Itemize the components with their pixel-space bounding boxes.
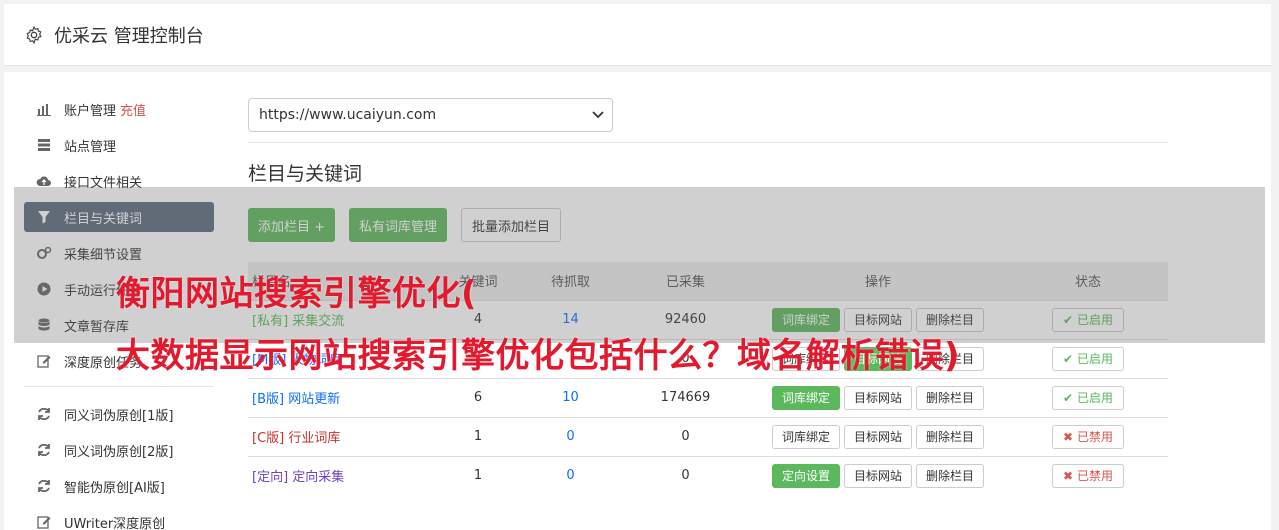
- gear-icon: [26, 25, 42, 44]
- edit-icon: [36, 353, 52, 369]
- bar-chart-icon: [36, 101, 52, 117]
- section-title: 栏目与关键词: [248, 163, 363, 185]
- pending-cell[interactable]: 10: [518, 377, 623, 417]
- status-label: 已启用: [1077, 391, 1114, 405]
- bind-lib-button[interactable]: 词库绑定: [771, 424, 840, 449]
- overlay-title-line-1: 衡阳网站搜索引擎优化(: [116, 274, 478, 314]
- check-icon: ✔: [1062, 351, 1074, 366]
- status-toggle[interactable]: ✖ 已禁用: [1051, 424, 1125, 449]
- status-label: 已禁用: [1077, 469, 1114, 484]
- app-title: 优采云 管理控制台: [54, 25, 204, 47]
- sidebar-item-label: 账户管理: [64, 103, 117, 119]
- status-label: 已启用: [1077, 352, 1114, 366]
- column-name-cell[interactable]: [C版] 行业词库: [248, 416, 438, 456]
- direct-settings-button[interactable]: 定向设置: [771, 463, 840, 488]
- sidebar-item-ai[interactable]: 智能伪原创[AI版]: [24, 471, 214, 501]
- column-name-cell[interactable]: [B版] 网站更新: [248, 377, 438, 417]
- close-icon: ✖: [1062, 468, 1074, 483]
- column-tag: [C版]: [252, 431, 285, 446]
- top-header: 优采云 管理控制台: [4, 4, 1271, 66]
- status-toggle[interactable]: ✖ 已禁用: [1051, 463, 1125, 488]
- status-toggle[interactable]: ✔ 已启用: [1051, 385, 1125, 410]
- refresh-icon: [36, 406, 52, 422]
- delete-column-button[interactable]: 删除栏目: [916, 385, 985, 410]
- collected-cell: 0: [623, 455, 748, 495]
- chevron-down-icon: [592, 111, 604, 119]
- site-select-value: https://www.ucaiyun.com: [259, 107, 437, 123]
- column-tag: [定向]: [252, 470, 289, 486]
- server-icon: [36, 137, 52, 153]
- column-name: 网站更新: [288, 392, 341, 407]
- overlay-title-line-2: 大数据显示网站搜索引擎优化包括什么？域名解析错误): [116, 336, 961, 376]
- column-name-cell[interactable]: [定向] 定向采集: [248, 455, 438, 495]
- close-icon: ✖: [1062, 429, 1074, 444]
- keywords-cell: 6: [438, 377, 518, 417]
- sidebar-item-label: UWriter深度原创: [64, 516, 166, 530]
- column-name: 行业词库: [288, 431, 341, 446]
- target-site-button[interactable]: 目标网站: [843, 424, 912, 449]
- refresh-icon: [36, 442, 52, 458]
- column-name: 定向采集: [292, 470, 345, 486]
- site-select[interactable]: https://www.ucaiyun.com: [248, 98, 613, 132]
- sidebar-item-label: 智能伪原创[AI版]: [64, 480, 165, 496]
- bind-lib-button[interactable]: 词库绑定: [771, 385, 840, 410]
- refresh-icon: [36, 478, 52, 494]
- status-label: 已禁用: [1077, 430, 1114, 444]
- sidebar-item-sites[interactable]: 站点管理: [24, 130, 214, 160]
- sidebar-divider: [24, 386, 214, 387]
- table-row: [C版] 行业词库 1 0 0 词库绑定 目标网站 删除栏目 ✖ 已禁用: [248, 416, 1168, 456]
- check-icon: ✔: [1062, 390, 1074, 405]
- sidebar-item-label: 站点管理: [64, 139, 117, 155]
- status-toggle[interactable]: ✔ 已启用: [1051, 346, 1125, 371]
- keywords-cell: 1: [438, 455, 518, 495]
- delete-column-button[interactable]: 删除栏目: [916, 463, 985, 488]
- watermark-overlay-band: [14, 187, 1265, 343]
- pending-cell[interactable]: 0: [518, 455, 623, 495]
- divider: [248, 142, 1168, 143]
- sidebar-item-synonym-v1[interactable]: 同义词伪原创[1版]: [24, 399, 214, 429]
- edit-icon: [36, 514, 52, 530]
- table-row: [B版] 网站更新 6 10 174669 词库绑定 目标网站 删除栏目 ✔ 已启用: [248, 377, 1168, 417]
- target-site-button[interactable]: 目标网站: [843, 463, 912, 488]
- target-site-button[interactable]: 目标网站: [843, 385, 912, 410]
- sidebar-item-uwriter[interactable]: UWriter深度原创: [24, 507, 214, 530]
- delete-column-button[interactable]: 删除栏目: [916, 424, 985, 449]
- sidebar-item-synonym-v2[interactable]: 同义词伪原创[2版]: [24, 435, 214, 465]
- collected-cell: 0: [623, 416, 748, 456]
- sidebar-item-account[interactable]: 账户管理 充值: [24, 94, 214, 124]
- pending-cell[interactable]: 0: [518, 416, 623, 456]
- column-tag: [B版]: [252, 392, 285, 407]
- keywords-cell: 1: [438, 416, 518, 456]
- sidebar-item-label: 同义词伪原创[1版]: [64, 408, 174, 424]
- table-row: [定向] 定向采集 1 0 0 定向设置 目标网站 删除栏目 ✖ 已禁用: [248, 455, 1168, 495]
- collected-cell: 174669: [623, 377, 748, 417]
- recharge-link[interactable]: 充值: [120, 100, 146, 119]
- sidebar-item-label: 同义词伪原创[2版]: [64, 444, 174, 460]
